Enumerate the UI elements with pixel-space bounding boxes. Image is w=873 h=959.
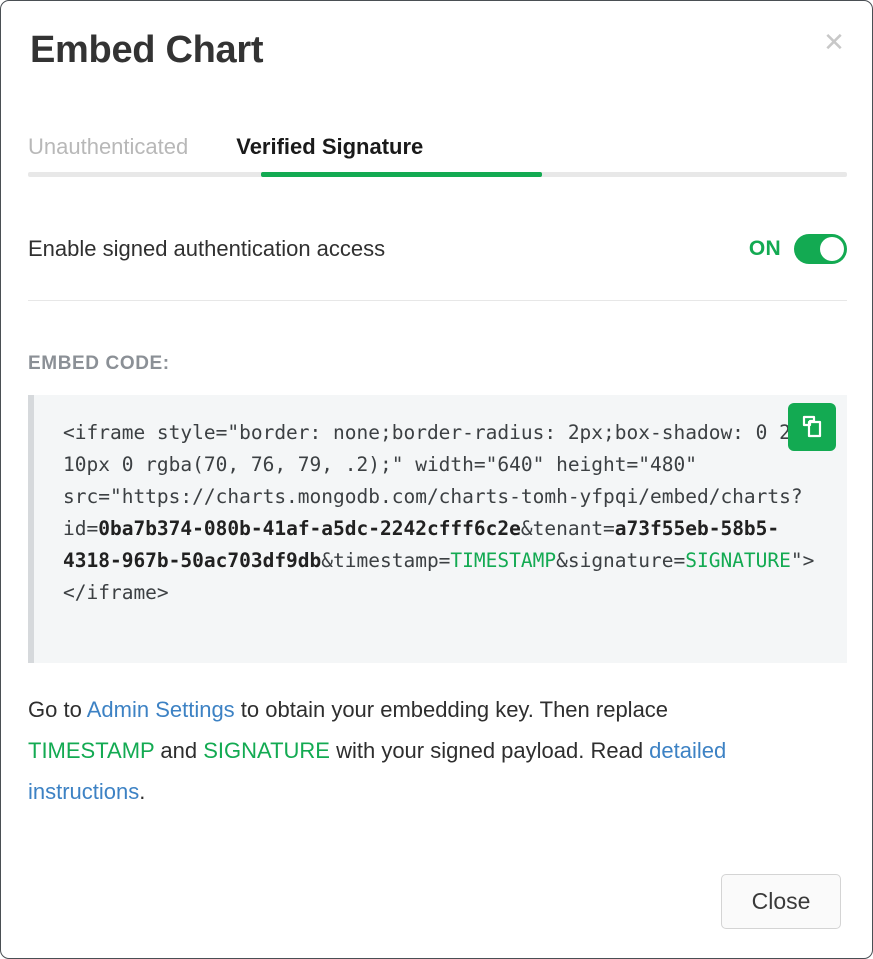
toggle-state-label: ON bbox=[748, 237, 781, 260]
section-divider bbox=[28, 300, 847, 301]
toggle-switch[interactable] bbox=[794, 234, 847, 264]
tab-active-indicator bbox=[261, 172, 542, 177]
note-part2: to obtain your embedding key. Then repla… bbox=[234, 697, 669, 722]
instructions-note: Go to Admin Settings to obtain your embe… bbox=[28, 689, 788, 812]
embed-code-block[interactable]: <iframe style="border: none;border-radiu… bbox=[28, 395, 847, 663]
note-part4: with your signed payload. Read bbox=[329, 738, 650, 763]
embed-code-label: EMBED CODE: bbox=[28, 353, 170, 374]
note-token-timestamp: TIMESTAMP bbox=[28, 738, 155, 763]
page-title: Embed Chart bbox=[30, 29, 264, 71]
close-icon[interactable]: ✕ bbox=[818, 26, 850, 58]
admin-settings-link[interactable]: Admin Settings bbox=[87, 697, 235, 722]
tab-unauthenticated[interactable]: Unauthenticated bbox=[28, 134, 188, 171]
signed-auth-label: Enable signed authentication access bbox=[28, 236, 386, 261]
copy-icon[interactable] bbox=[788, 403, 836, 451]
signed-auth-toggle[interactable]: ON bbox=[749, 234, 847, 264]
note-token-signature: SIGNATURE bbox=[203, 738, 330, 763]
tab-verified-signature[interactable]: Verified Signature bbox=[236, 134, 423, 171]
toggle-knob bbox=[820, 237, 844, 261]
embed-code-text: <iframe style="border: none;border-radiu… bbox=[63, 421, 815, 604]
note-part1: Go to bbox=[28, 697, 87, 722]
tab-bar: Unauthenticated Verified Signature bbox=[28, 121, 847, 179]
close-button[interactable]: Close bbox=[721, 874, 841, 929]
signed-auth-toggle-row: Enable signed authentication access ON bbox=[28, 229, 847, 269]
note-part5: . bbox=[139, 779, 146, 804]
embed-chart-dialog: ✕ Embed Chart Unauthenticated Verified S… bbox=[0, 0, 873, 959]
note-part3: and bbox=[154, 738, 204, 763]
